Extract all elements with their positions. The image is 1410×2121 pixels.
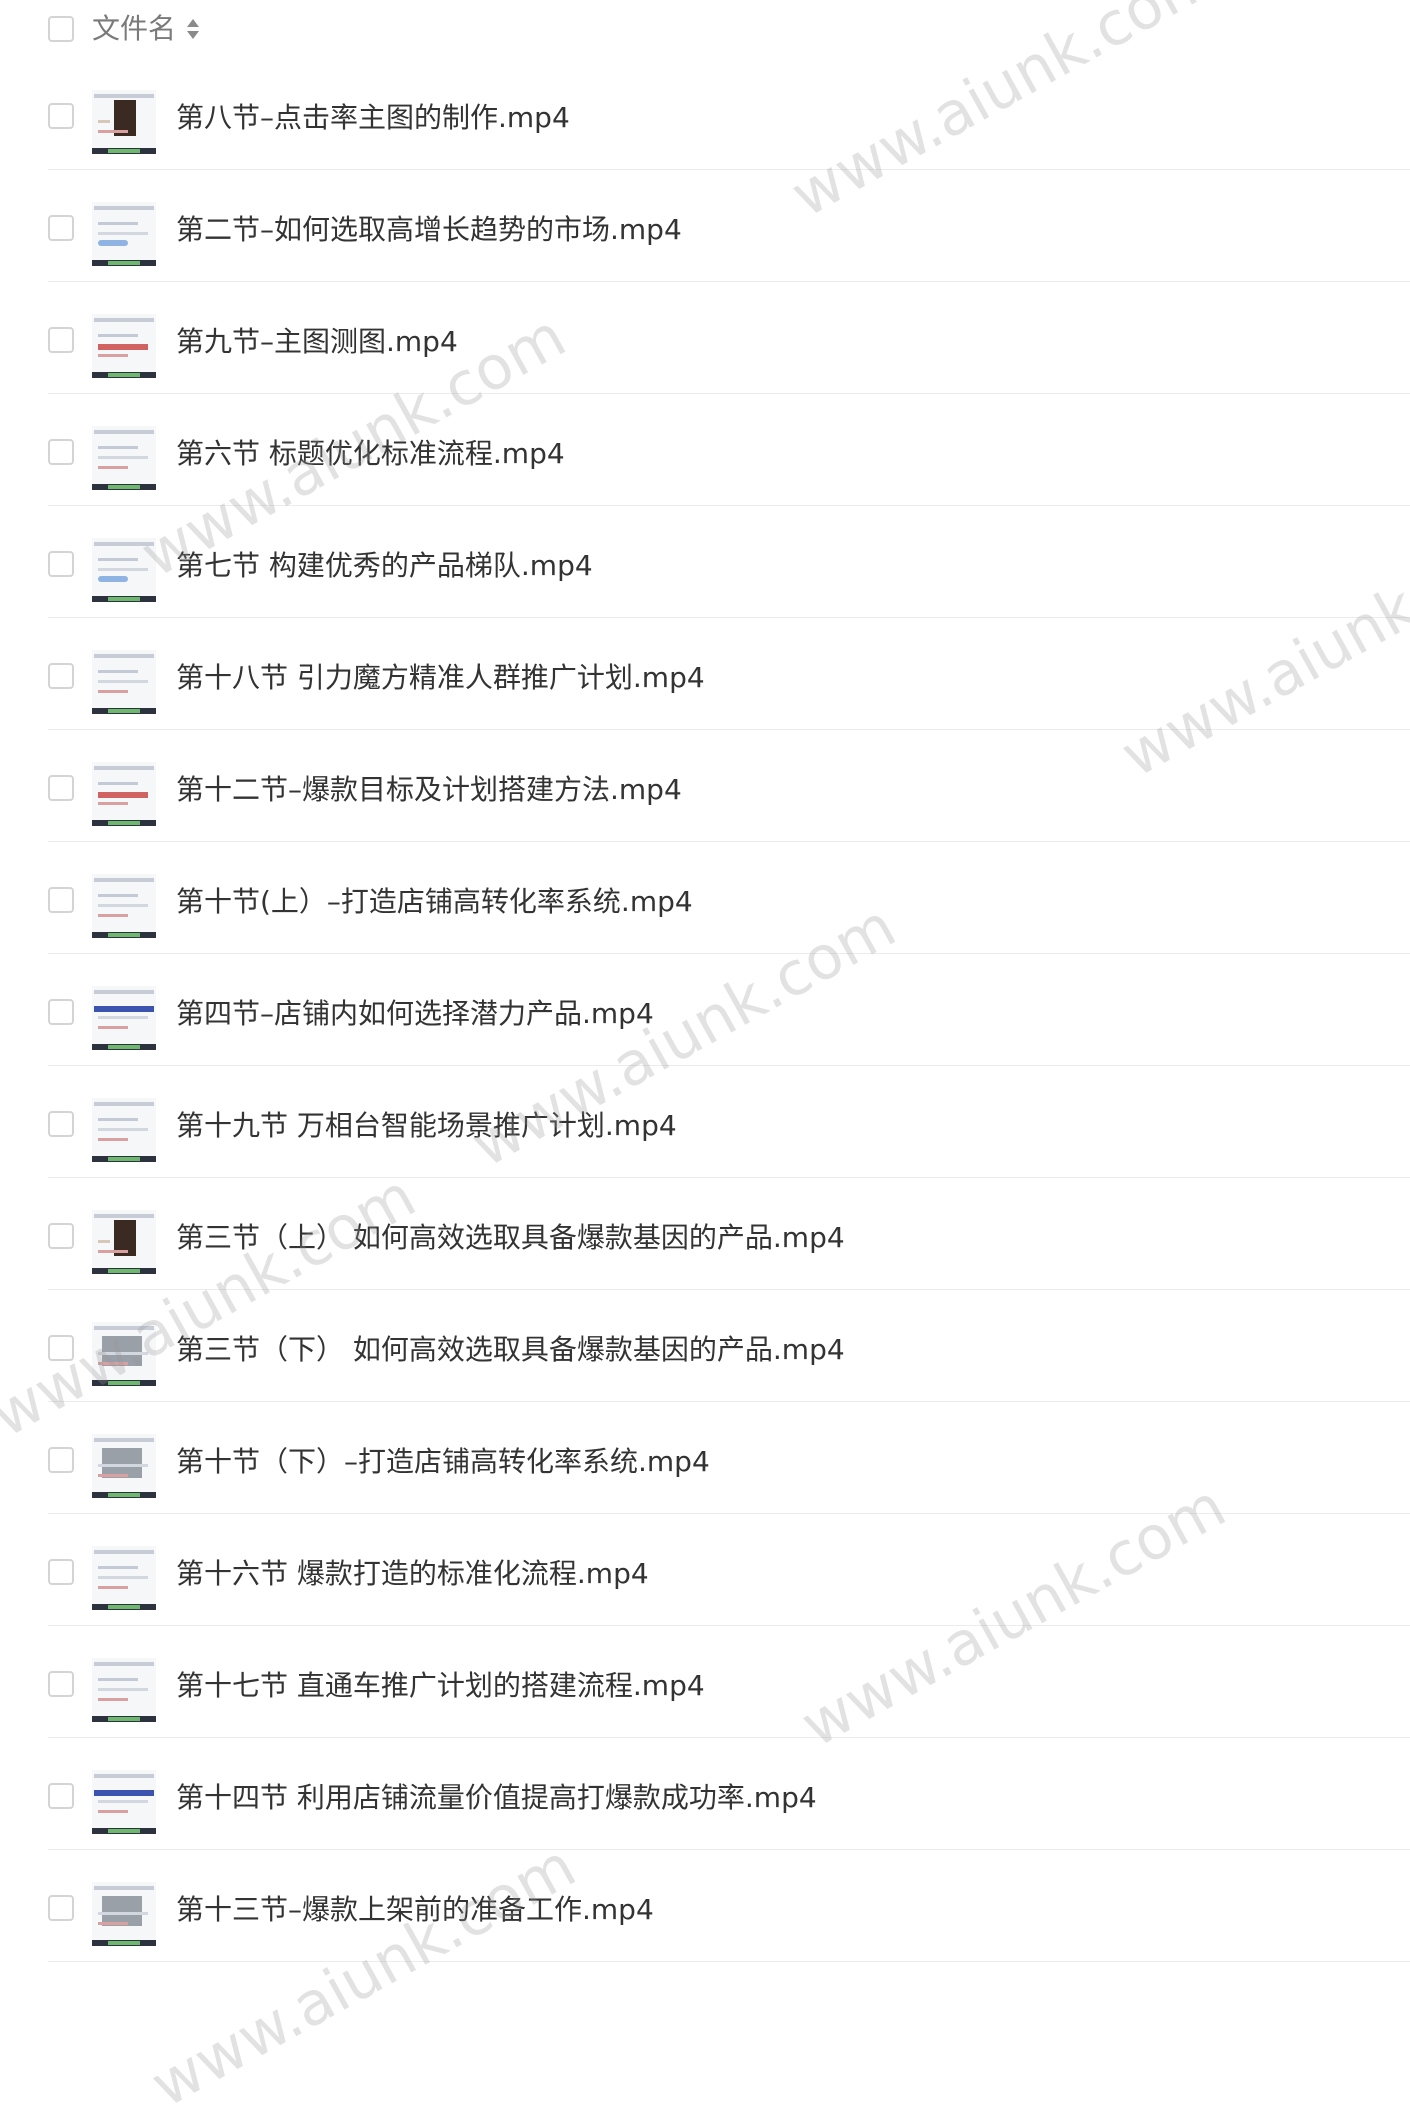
row-checkbox[interactable] [48, 215, 74, 241]
file-row[interactable]: 第九节–主图测图.mp4 [0, 282, 1410, 394]
file-name[interactable]: 第十四节 利用店铺流量价值提高打爆款成功率.mp4 [176, 1776, 817, 1820]
file-name[interactable]: 第八节–点击率主图的制作.mp4 [176, 96, 570, 140]
video-thumbnail[interactable] [92, 202, 156, 266]
row-checkbox[interactable] [48, 1447, 74, 1473]
video-thumbnail[interactable] [92, 1098, 156, 1162]
row-checkbox[interactable] [48, 1111, 74, 1137]
file-row[interactable]: 第三节（上） 如何高效选取具备爆款基因的产品.mp4 [0, 1178, 1410, 1290]
file-name[interactable]: 第十八节 引力魔方精准人群推广计划.mp4 [176, 656, 705, 700]
row-checkbox[interactable] [48, 439, 74, 465]
file-name[interactable]: 第十三节–爆款上架前的准备工作.mp4 [176, 1888, 654, 1932]
video-thumbnail[interactable] [92, 538, 156, 602]
file-name[interactable]: 第十二节–爆款目标及计划搭建方法.mp4 [176, 768, 682, 812]
video-thumbnail[interactable] [92, 874, 156, 938]
row-checkbox[interactable] [48, 551, 74, 577]
file-name[interactable]: 第十节(上）–打造店铺高转化率系统.mp4 [176, 880, 693, 924]
file-name[interactable]: 第十节（下）–打造店铺高转化率系统.mp4 [176, 1440, 710, 1484]
row-checkbox[interactable] [48, 1559, 74, 1585]
file-name[interactable]: 第九节–主图测图.mp4 [176, 320, 458, 364]
file-name[interactable]: 第六节 标题优化标准流程.mp4 [176, 432, 565, 476]
video-thumbnail[interactable] [92, 1434, 156, 1498]
file-name[interactable]: 第四节–店铺内如何选择潜力产品.mp4 [176, 992, 654, 1036]
file-name[interactable]: 第七节 构建优秀的产品梯队.mp4 [176, 544, 593, 588]
column-header-filename[interactable]: 文件名 [92, 10, 176, 48]
file-name[interactable]: 第十九节 万相台智能场景推广计划.mp4 [176, 1104, 677, 1148]
row-checkbox[interactable] [48, 999, 74, 1025]
row-checkbox[interactable] [48, 1671, 74, 1697]
row-checkbox[interactable] [48, 775, 74, 801]
file-list-header: 文件名 [0, 0, 1410, 58]
file-name[interactable]: 第三节（下） 如何高效选取具备爆款基因的产品.mp4 [176, 1328, 845, 1372]
row-checkbox[interactable] [48, 1335, 74, 1361]
file-row[interactable]: 第四节–店铺内如何选择潜力产品.mp4 [0, 954, 1410, 1066]
video-thumbnail[interactable] [92, 986, 156, 1050]
file-row[interactable]: 第十三节–爆款上架前的准备工作.mp4 [0, 1850, 1410, 1962]
file-row[interactable]: 第十七节 直通车推广计划的搭建流程.mp4 [0, 1626, 1410, 1738]
file-name[interactable]: 第三节（上） 如何高效选取具备爆款基因的产品.mp4 [176, 1216, 845, 1260]
file-row[interactable]: 第十八节 引力魔方精准人群推广计划.mp4 [0, 618, 1410, 730]
video-thumbnail[interactable] [92, 1210, 156, 1274]
video-thumbnail[interactable] [92, 314, 156, 378]
video-thumbnail[interactable] [92, 650, 156, 714]
file-row[interactable]: 第十节（下）–打造店铺高转化率系统.mp4 [0, 1402, 1410, 1514]
row-checkbox[interactable] [48, 1895, 74, 1921]
row-checkbox[interactable] [48, 1783, 74, 1809]
file-row[interactable]: 第十节(上）–打造店铺高转化率系统.mp4 [0, 842, 1410, 954]
file-rows: 第八节–点击率主图的制作.mp4 第二节–如何选取高增长趋势的市场.mp4 第九节–… [0, 58, 1410, 1962]
file-name[interactable]: 第二节–如何选取高增长趋势的市场.mp4 [176, 208, 682, 252]
file-row[interactable]: 第八节–点击率主图的制作.mp4 [0, 58, 1410, 170]
file-row[interactable]: 第二节–如何选取高增长趋势的市场.mp4 [0, 170, 1410, 282]
file-row[interactable]: 第十二节–爆款目标及计划搭建方法.mp4 [0, 730, 1410, 842]
file-row[interactable]: 第十九节 万相台智能场景推广计划.mp4 [0, 1066, 1410, 1178]
row-checkbox[interactable] [48, 663, 74, 689]
file-row[interactable]: 第三节（下） 如何高效选取具备爆款基因的产品.mp4 [0, 1290, 1410, 1402]
select-all-checkbox[interactable] [48, 16, 74, 42]
video-thumbnail[interactable] [92, 1322, 156, 1386]
video-thumbnail[interactable] [92, 1882, 156, 1946]
row-checkbox[interactable] [48, 1223, 74, 1249]
file-list: 文件名 第八节–点击率主图的制作.mp4 第二节–如何选取高增长趋势的市场.mp4… [0, 0, 1410, 1962]
file-row[interactable]: 第七节 构建优秀的产品梯队.mp4 [0, 506, 1410, 618]
file-row[interactable]: 第六节 标题优化标准流程.mp4 [0, 394, 1410, 506]
row-checkbox[interactable] [48, 887, 74, 913]
sort-icon[interactable] [186, 18, 200, 42]
video-thumbnail[interactable] [92, 762, 156, 826]
video-thumbnail[interactable] [92, 426, 156, 490]
video-thumbnail[interactable] [92, 1770, 156, 1834]
file-name[interactable]: 第十六节 爆款打造的标准化流程.mp4 [176, 1552, 649, 1596]
row-checkbox[interactable] [48, 103, 74, 129]
video-thumbnail[interactable] [92, 1546, 156, 1610]
file-name[interactable]: 第十七节 直通车推广计划的搭建流程.mp4 [176, 1664, 705, 1708]
video-thumbnail[interactable] [92, 1658, 156, 1722]
file-row[interactable]: 第十六节 爆款打造的标准化流程.mp4 [0, 1514, 1410, 1626]
video-thumbnail[interactable] [92, 90, 156, 154]
row-checkbox[interactable] [48, 327, 74, 353]
file-row[interactable]: 第十四节 利用店铺流量价值提高打爆款成功率.mp4 [0, 1738, 1410, 1850]
